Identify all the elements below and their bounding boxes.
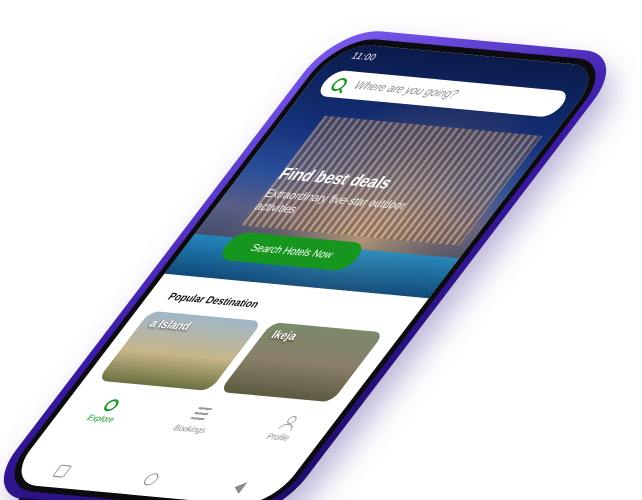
- phone-device: 11:00 Find best deals Extraordinary five…: [0, 27, 629, 500]
- phone-bezel: 11:00 Find best deals Extraordinary five…: [0, 36, 616, 500]
- search-icon: [328, 77, 351, 92]
- stage: 11:00 Find best deals Extraordinary five…: [0, 0, 642, 500]
- recents-icon[interactable]: [51, 464, 72, 478]
- tab-label: Bookings: [170, 423, 209, 436]
- tab-label: Explore: [84, 413, 118, 425]
- search-icon: [100, 398, 122, 412]
- home-icon[interactable]: [140, 472, 161, 486]
- back-icon[interactable]: [229, 481, 248, 494]
- tab-profile[interactable]: Profile: [264, 415, 305, 443]
- tab-bookings[interactable]: Bookings: [171, 406, 222, 435]
- destination-card-label: Ikeja: [267, 328, 300, 344]
- destination-carousel[interactable]: a Island Ikeja: [97, 310, 401, 404]
- app-screen: 11:00 Find best deals Extraordinary five…: [5, 42, 605, 500]
- popular-destination-title: Popular Destination: [164, 291, 262, 311]
- user-icon: [277, 415, 301, 430]
- tab-explore[interactable]: Explore: [85, 398, 129, 424]
- destination-card-label: a Island: [145, 317, 194, 334]
- tab-label: Profile: [264, 431, 293, 443]
- list-icon: [188, 407, 213, 423]
